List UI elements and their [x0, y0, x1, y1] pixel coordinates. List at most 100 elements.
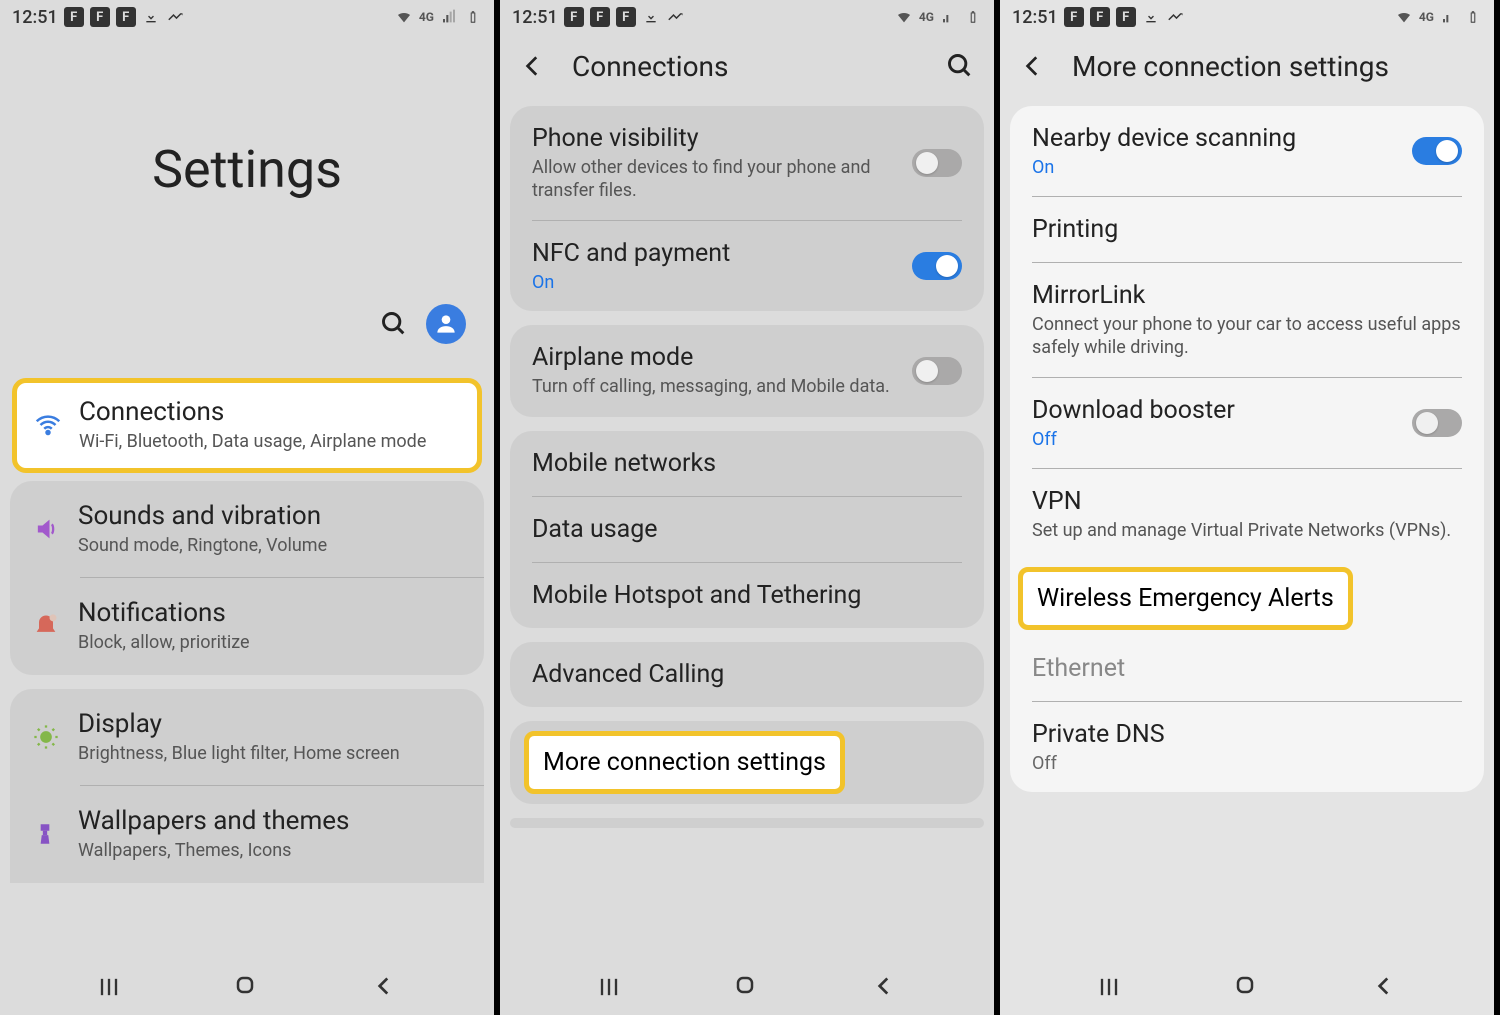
search-icon[interactable] [380, 310, 408, 338]
missed-call-icon [1166, 8, 1184, 26]
item-wireless-emergency-alerts[interactable]: Wireless Emergency Alerts [1018, 567, 1353, 630]
item-hotspot[interactable]: Mobile Hotspot and Tethering [510, 563, 984, 628]
item-subtitle: Brightness, Blue light filter, Home scre… [78, 743, 462, 766]
flipboard-icon: F [90, 7, 110, 27]
item-title: Ethernet [1032, 654, 1462, 683]
item-mobile-networks[interactable]: Mobile networks [510, 431, 984, 496]
back-icon[interactable] [871, 973, 899, 1001]
item-status: Off [1032, 753, 1462, 774]
item-title: Mobile Hotspot and Tethering [532, 581, 962, 610]
battery-icon [1464, 8, 1482, 26]
settings-item-sounds[interactable]: Sounds and vibration Sound mode, Rington… [10, 481, 484, 578]
display-icon [32, 723, 60, 751]
wallpaper-icon [32, 821, 58, 847]
back-icon[interactable] [371, 973, 399, 1001]
network-4g-icon: 4G [1419, 10, 1434, 24]
home-icon[interactable] [233, 973, 261, 1001]
home-icon[interactable] [1233, 973, 1261, 1001]
item-vpn[interactable]: VPN Set up and manage Virtual Private Ne… [1010, 469, 1484, 561]
recent-apps-icon[interactable] [595, 973, 623, 1001]
flipboard-icon: F [1116, 7, 1136, 27]
item-ethernet: Ethernet [1010, 636, 1484, 701]
recent-apps-icon[interactable] [95, 973, 123, 1001]
flipboard-icon: F [1090, 7, 1110, 27]
recent-apps-icon[interactable] [1095, 973, 1123, 1001]
download-icon [142, 8, 160, 26]
network-4g-icon: 4G [919, 10, 934, 24]
profile-avatar[interactable] [426, 304, 466, 344]
item-title: Phone visibility [532, 124, 912, 153]
header: Connections [500, 34, 994, 98]
wifi-status-icon [395, 8, 413, 26]
item-title: Advanced Calling [532, 660, 962, 689]
item-nfc[interactable]: NFC and payment On [510, 221, 984, 311]
item-airplane[interactable]: Airplane mode Turn off calling, messagin… [510, 325, 984, 417]
battery-icon [964, 8, 982, 26]
item-subtitle: Set up and manage Virtual Private Networ… [1032, 520, 1462, 543]
page-title: More connection settings [1072, 50, 1389, 83]
item-title: Sounds and vibration [78, 501, 462, 531]
back-icon[interactable] [1371, 973, 1399, 1001]
item-status: On [1032, 157, 1412, 178]
back-button[interactable] [1020, 53, 1046, 79]
screen-settings: 12:51 F F F 4G Settings [0, 0, 500, 1015]
screen-more-connection-settings: 12:51 F F F 4G More connection settings … [1000, 0, 1500, 1015]
flipboard-icon: F [590, 7, 610, 27]
status-time: 12:51 [1012, 7, 1058, 28]
item-title: More connection settings [543, 748, 826, 777]
back-button[interactable] [520, 53, 546, 79]
item-title: Wireless Emergency Alerts [1037, 584, 1334, 613]
item-title: Data usage [532, 515, 962, 544]
item-title: Wallpapers and themes [78, 806, 462, 836]
item-title: VPN [1032, 487, 1462, 516]
item-data-usage[interactable]: Data usage [510, 497, 984, 562]
notifications-icon [32, 612, 60, 640]
item-printing[interactable]: Printing [1010, 197, 1484, 262]
item-download-booster[interactable]: Download booster Off [1010, 378, 1484, 468]
flipboard-icon: F [564, 7, 584, 27]
signal-icon [1440, 8, 1458, 26]
item-title: Notifications [78, 598, 462, 628]
toggle-phone-visibility[interactable] [912, 149, 962, 177]
missed-call-icon [166, 8, 184, 26]
sound-icon [32, 515, 60, 543]
item-subtitle: Sound mode, Ringtone, Volume [78, 535, 462, 558]
wifi-status-icon [895, 8, 913, 26]
item-nearby-scanning[interactable]: Nearby device scanning On [1010, 106, 1484, 196]
home-icon[interactable] [733, 973, 761, 1001]
screen-connections: 12:51 F F F 4G Connections Phone visibil… [500, 0, 1000, 1015]
item-status: On [532, 272, 912, 293]
item-title: Airplane mode [532, 343, 912, 372]
status-bar: 12:51 F F F 4G [500, 0, 994, 34]
item-status: Off [1032, 429, 1412, 450]
item-private-dns[interactable]: Private DNS Off [1010, 702, 1484, 792]
nav-bar [1000, 959, 1494, 1015]
toggle-download-booster[interactable] [1412, 409, 1462, 437]
item-mirrorlink[interactable]: MirrorLink Connect your phone to your ca… [1010, 263, 1484, 377]
item-subtitle: Turn off calling, messaging, and Mobile … [532, 376, 912, 399]
nav-bar [0, 959, 494, 1015]
missed-call-icon [666, 8, 684, 26]
search-icon[interactable] [946, 52, 974, 80]
toggle-nearby[interactable] [1412, 137, 1462, 165]
signal-icon [440, 8, 458, 26]
item-title: Display [78, 709, 462, 739]
item-title: NFC and payment [532, 239, 912, 268]
item-more-connection-settings[interactable]: More connection settings [524, 731, 845, 794]
settings-item-connections[interactable]: Connections Wi-Fi, Bluetooth, Data usage… [12, 378, 482, 473]
toggle-airplane[interactable] [912, 357, 962, 385]
network-4g-icon: 4G [419, 10, 434, 24]
status-bar: 12:51 F F F 4G [0, 0, 494, 34]
item-title: Private DNS [1032, 720, 1462, 749]
settings-item-notifications[interactable]: Notifications Block, allow, prioritize [10, 578, 484, 675]
item-title: Printing [1032, 215, 1462, 244]
item-subtitle: Allow other devices to find your phone a… [532, 157, 912, 202]
item-advanced-calling[interactable]: Advanced Calling [510, 642, 984, 707]
status-bar: 12:51 F F F 4G [1000, 0, 1494, 34]
item-subtitle: Wi-Fi, Bluetooth, Data usage, Airplane m… [79, 431, 461, 454]
settings-item-display[interactable]: Display Brightness, Blue light filter, H… [10, 689, 484, 786]
item-phone-visibility[interactable]: Phone visibility Allow other devices to … [510, 106, 984, 220]
toggle-nfc[interactable] [912, 252, 962, 280]
settings-item-wallpapers[interactable]: Wallpapers and themes Wallpapers, Themes… [10, 786, 484, 883]
flipboard-icon: F [1064, 7, 1084, 27]
